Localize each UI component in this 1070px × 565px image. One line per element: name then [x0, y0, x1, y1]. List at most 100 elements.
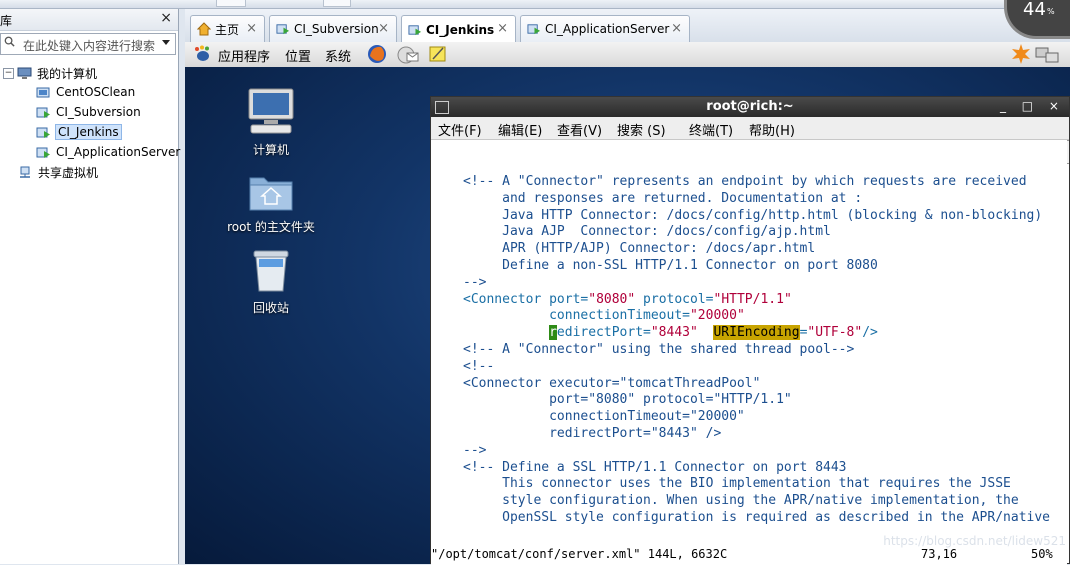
library-search-input[interactable]: 在此处键入内容进行搜索 [0, 33, 176, 55]
menu-edit[interactable]: 编辑(E) [498, 120, 542, 139]
code-value: "20000" [689, 308, 745, 324]
tree-label: CI_Jenkins [55, 124, 122, 140]
tree-label: CI_ApplicationServer [56, 145, 181, 159]
window-controls[interactable]: _ □ × [1000, 99, 1065, 113]
desktop-icon-label: 计算机 [252, 143, 289, 157]
tab-label: CI_Subversion [294, 22, 379, 36]
close-icon[interactable]: × [246, 21, 257, 36]
tree-label: CentOSClean [56, 85, 136, 99]
menu-system[interactable]: 系统 [325, 46, 351, 65]
top-strip-tab-ghost [216, 0, 246, 7]
vm-tab-bar: 主页 × CI_Subversion × CI_Jenkins × CI_App… [185, 9, 1070, 43]
code-line: OpenSSL style configuration is required … [463, 509, 1050, 525]
tree-label: 我的计算机 [37, 66, 98, 81]
tree-label: CI_Subversion [56, 105, 141, 119]
menu-applications[interactable]: 应用程序 [218, 46, 270, 65]
shared-vm-icon [18, 166, 33, 179]
vm-running-icon [36, 106, 51, 119]
desktop-icon-label: root 的主文件夹 [227, 220, 315, 234]
computer-icon [248, 88, 294, 134]
library-close-button[interactable]: × [160, 10, 172, 26]
code-line: Define a non-SSL HTTP/1.1 Connector on p… [463, 257, 878, 273]
code-line: port="8080" protocol="HTTP/1.1" [463, 392, 792, 408]
code-value: "8443" [650, 325, 698, 341]
code-line: redirectPort="8443" /> [463, 425, 722, 441]
code-attr: edirectPort= [556, 325, 651, 341]
code-tag: /> [862, 325, 878, 341]
menu-file[interactable]: 文件(F) [438, 120, 482, 139]
computer-icon [17, 67, 32, 80]
code-line: <!-- Define a SSL HTTP/1.1 Connector on … [463, 459, 847, 475]
menu-help[interactable]: 帮助(H) [749, 120, 795, 139]
menu-view[interactable]: 查看(V) [557, 120, 602, 139]
terminal-titlebar[interactable]: root@rich:~ _ □ × [431, 97, 1069, 117]
tab-label: CI_Jenkins [426, 22, 495, 37]
library-title: 库 [0, 14, 13, 28]
vm-running-icon [36, 126, 51, 139]
tree-item-vm[interactable]: CI_ApplicationServer [36, 143, 180, 161]
tree-item-my-computer[interactable]: − 我的计算机 [3, 64, 97, 82]
tree-item-vm-selected[interactable]: CI_Jenkins [36, 123, 122, 141]
tab-ci-applicationserver[interactable]: CI_ApplicationServer × [520, 15, 690, 42]
code-value: "UTF-8" [807, 325, 863, 341]
performance-unit: % [1047, 7, 1055, 16]
library-header: 库 × [0, 9, 178, 31]
tab-ci-subversion[interactable]: CI_Subversion × [269, 15, 397, 42]
code-line: --> [463, 442, 487, 458]
vm-running-icon [36, 146, 51, 159]
chevron-down-icon[interactable] [162, 40, 170, 45]
vm-running-icon [527, 22, 541, 36]
code-line: This connector uses the BIO implementati… [463, 476, 1011, 492]
status-scroll-percent: 50% [1031, 547, 1053, 561]
close-icon[interactable]: × [671, 21, 682, 36]
desktop-icon-trash[interactable]: 回收站 [216, 247, 326, 316]
tree-label: 共享虚拟机 [38, 165, 99, 180]
home-folder-icon [249, 177, 293, 211]
code-line: APR (HTTP/AJP) Connector: /docs/apr.html [463, 241, 816, 257]
code-line: --> [463, 274, 487, 290]
terminal-title: root@rich:~ [706, 99, 794, 114]
menu-terminal[interactable]: 终端(T) [689, 120, 733, 139]
gnome-foot-icon [195, 45, 209, 61]
trash-icon [253, 250, 289, 292]
code-line: <Connector executor="tomcatThreadPool" [463, 375, 761, 391]
code-line: and responses are returned. Documentatio… [463, 190, 863, 206]
collapse-toggle-icon[interactable]: − [3, 67, 14, 79]
menu-search[interactable]: 搜索 (S) [617, 120, 666, 139]
tab-label: CI_ApplicationServer [545, 22, 670, 36]
code-attr: protocol= [635, 291, 714, 307]
window-top-strip [0, 0, 1070, 9]
desktop-icon-home-folder[interactable]: root 的主文件夹 [216, 170, 326, 235]
code-attr: port= [541, 291, 589, 307]
code-line: <!-- [463, 358, 495, 374]
status-cursor-position: 73,16 [921, 547, 958, 561]
close-icon[interactable]: × [497, 21, 508, 36]
tab-label: 主页 [215, 22, 240, 37]
update-notification-icon[interactable] [1011, 44, 1031, 64]
code-value: "HTTP/1.1" [713, 291, 792, 307]
code-line: Java AJP Connector: /docs/config/ajp.htm… [463, 224, 831, 240]
tab-ci-jenkins[interactable]: CI_Jenkins × [401, 15, 516, 43]
tab-home[interactable]: 主页 × [190, 15, 265, 42]
performance-value: 44 [1023, 0, 1046, 20]
desktop-icon-computer[interactable]: 计算机 [216, 87, 326, 158]
desktop-icon-label: 回收站 [252, 301, 289, 315]
terminal-menubar: 文件(F) 编辑(E) 查看(V) 搜索 (S) 终端(T) 帮助(H) [431, 117, 1069, 140]
menu-places[interactable]: 位置 [285, 46, 311, 65]
firefox-icon[interactable] [367, 44, 387, 64]
tree-item-shared-vms[interactable]: 共享虚拟机 [18, 163, 98, 181]
guest-top-panel: 应用程序 位置 系统 [185, 42, 1070, 68]
tree-item-vm[interactable]: CI_Subversion [36, 103, 141, 121]
tree-item-vm[interactable]: CentOSClean [36, 83, 135, 101]
vim-buffer: <!-- A "Connector" represents an endpoin… [463, 174, 1050, 527]
close-icon[interactable]: × [378, 21, 389, 36]
network-icon[interactable] [1035, 46, 1059, 63]
code-attr: connectionTimeout= [463, 308, 690, 324]
code-line: <!-- A "Connector" using the shared thre… [463, 341, 855, 357]
mail-icon[interactable] [397, 45, 419, 64]
terminal-text-area[interactable]: <!-- A "Connector" represents an endpoin… [431, 140, 1067, 565]
notes-icon[interactable] [429, 45, 447, 63]
code-value: "8080" [588, 291, 636, 307]
